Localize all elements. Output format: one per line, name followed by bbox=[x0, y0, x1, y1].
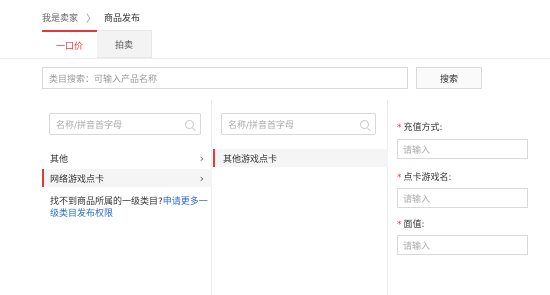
category-item-label: 其他 bbox=[50, 154, 69, 165]
chevron-right-icon: › bbox=[199, 151, 204, 165]
category-item-label: 网络游戏点卡 bbox=[50, 174, 105, 185]
secondary-category-column: 名称/拼音首字母 其他游戏点卡 bbox=[213, 100, 388, 295]
game-name-input[interactable]: 请输入 bbox=[397, 188, 528, 208]
help-text: 找不到商品所属的一级类目? bbox=[50, 197, 163, 207]
search-button[interactable]: 搜索 bbox=[416, 67, 482, 89]
search-icon bbox=[360, 119, 369, 129]
product-attributes-form: * 充值方式: 请输入 * 点卡游戏名: 请输入 * 面值: 请输入 bbox=[389, 100, 550, 295]
required-marker: * bbox=[397, 220, 402, 230]
chevron-right-icon: › bbox=[199, 171, 204, 185]
category-search-input[interactable]: 类目搜索：可输入产品名称 bbox=[42, 67, 408, 89]
secondary-filter-placeholder: 名称/拼音首字母 bbox=[228, 120, 295, 131]
breadcrumb: 我是卖家 〉 商品发布 bbox=[42, 10, 140, 25]
primary-category-filter-input[interactable]: 名称/拼音首字母 bbox=[49, 113, 201, 135]
breadcrumb-current: 商品发布 bbox=[104, 14, 141, 24]
field-label-text: 充值方式: bbox=[403, 123, 443, 133]
category-item-other[interactable]: 其他 › bbox=[42, 149, 212, 167]
category-search-row: 类目搜索：可输入产品名称 搜索 bbox=[42, 67, 548, 92]
breadcrumb-seller[interactable]: 我是卖家 bbox=[42, 11, 78, 24]
field-label-text: 点卡游戏名: bbox=[403, 173, 452, 183]
face-value-label: * 面值: bbox=[397, 217, 425, 230]
breadcrumb-separator-icon: 〉 bbox=[86, 14, 97, 25]
tab-auction[interactable]: 拍卖 bbox=[97, 30, 152, 58]
tab-fixed-price[interactable]: 一口价 bbox=[42, 30, 97, 58]
required-marker: * bbox=[397, 123, 402, 133]
primary-filter-placeholder: 名称/拼音首字母 bbox=[56, 120, 123, 131]
primary-category-column: 名称/拼音首字母 其他 › 网络游戏点卡 › 找不到商品所属的一级类目?申请更多… bbox=[42, 100, 212, 295]
recharge-method-input[interactable]: 请输入 bbox=[397, 139, 528, 159]
search-icon bbox=[185, 119, 194, 129]
field-label-text: 面值: bbox=[403, 220, 425, 230]
game-name-label: * 点卡游戏名: bbox=[397, 170, 452, 183]
required-marker: * bbox=[397, 173, 402, 183]
category-item-other-game-card[interactable]: 其他游戏点卡 bbox=[213, 149, 388, 167]
category-item-online-game-card[interactable]: 网络游戏点卡 › bbox=[42, 169, 212, 187]
secondary-category-filter-input[interactable]: 名称/拼音首字母 bbox=[221, 113, 376, 135]
recharge-method-label: * 充值方式: bbox=[397, 120, 443, 133]
face-value-input[interactable]: 请输入 bbox=[397, 235, 528, 255]
category-help: 找不到商品所属的一级类目?申请更多一级类目发布权限 bbox=[50, 196, 208, 220]
tabs-divider bbox=[0, 58, 550, 59]
pricing-tabs: 一口价 拍卖 bbox=[42, 30, 152, 58]
